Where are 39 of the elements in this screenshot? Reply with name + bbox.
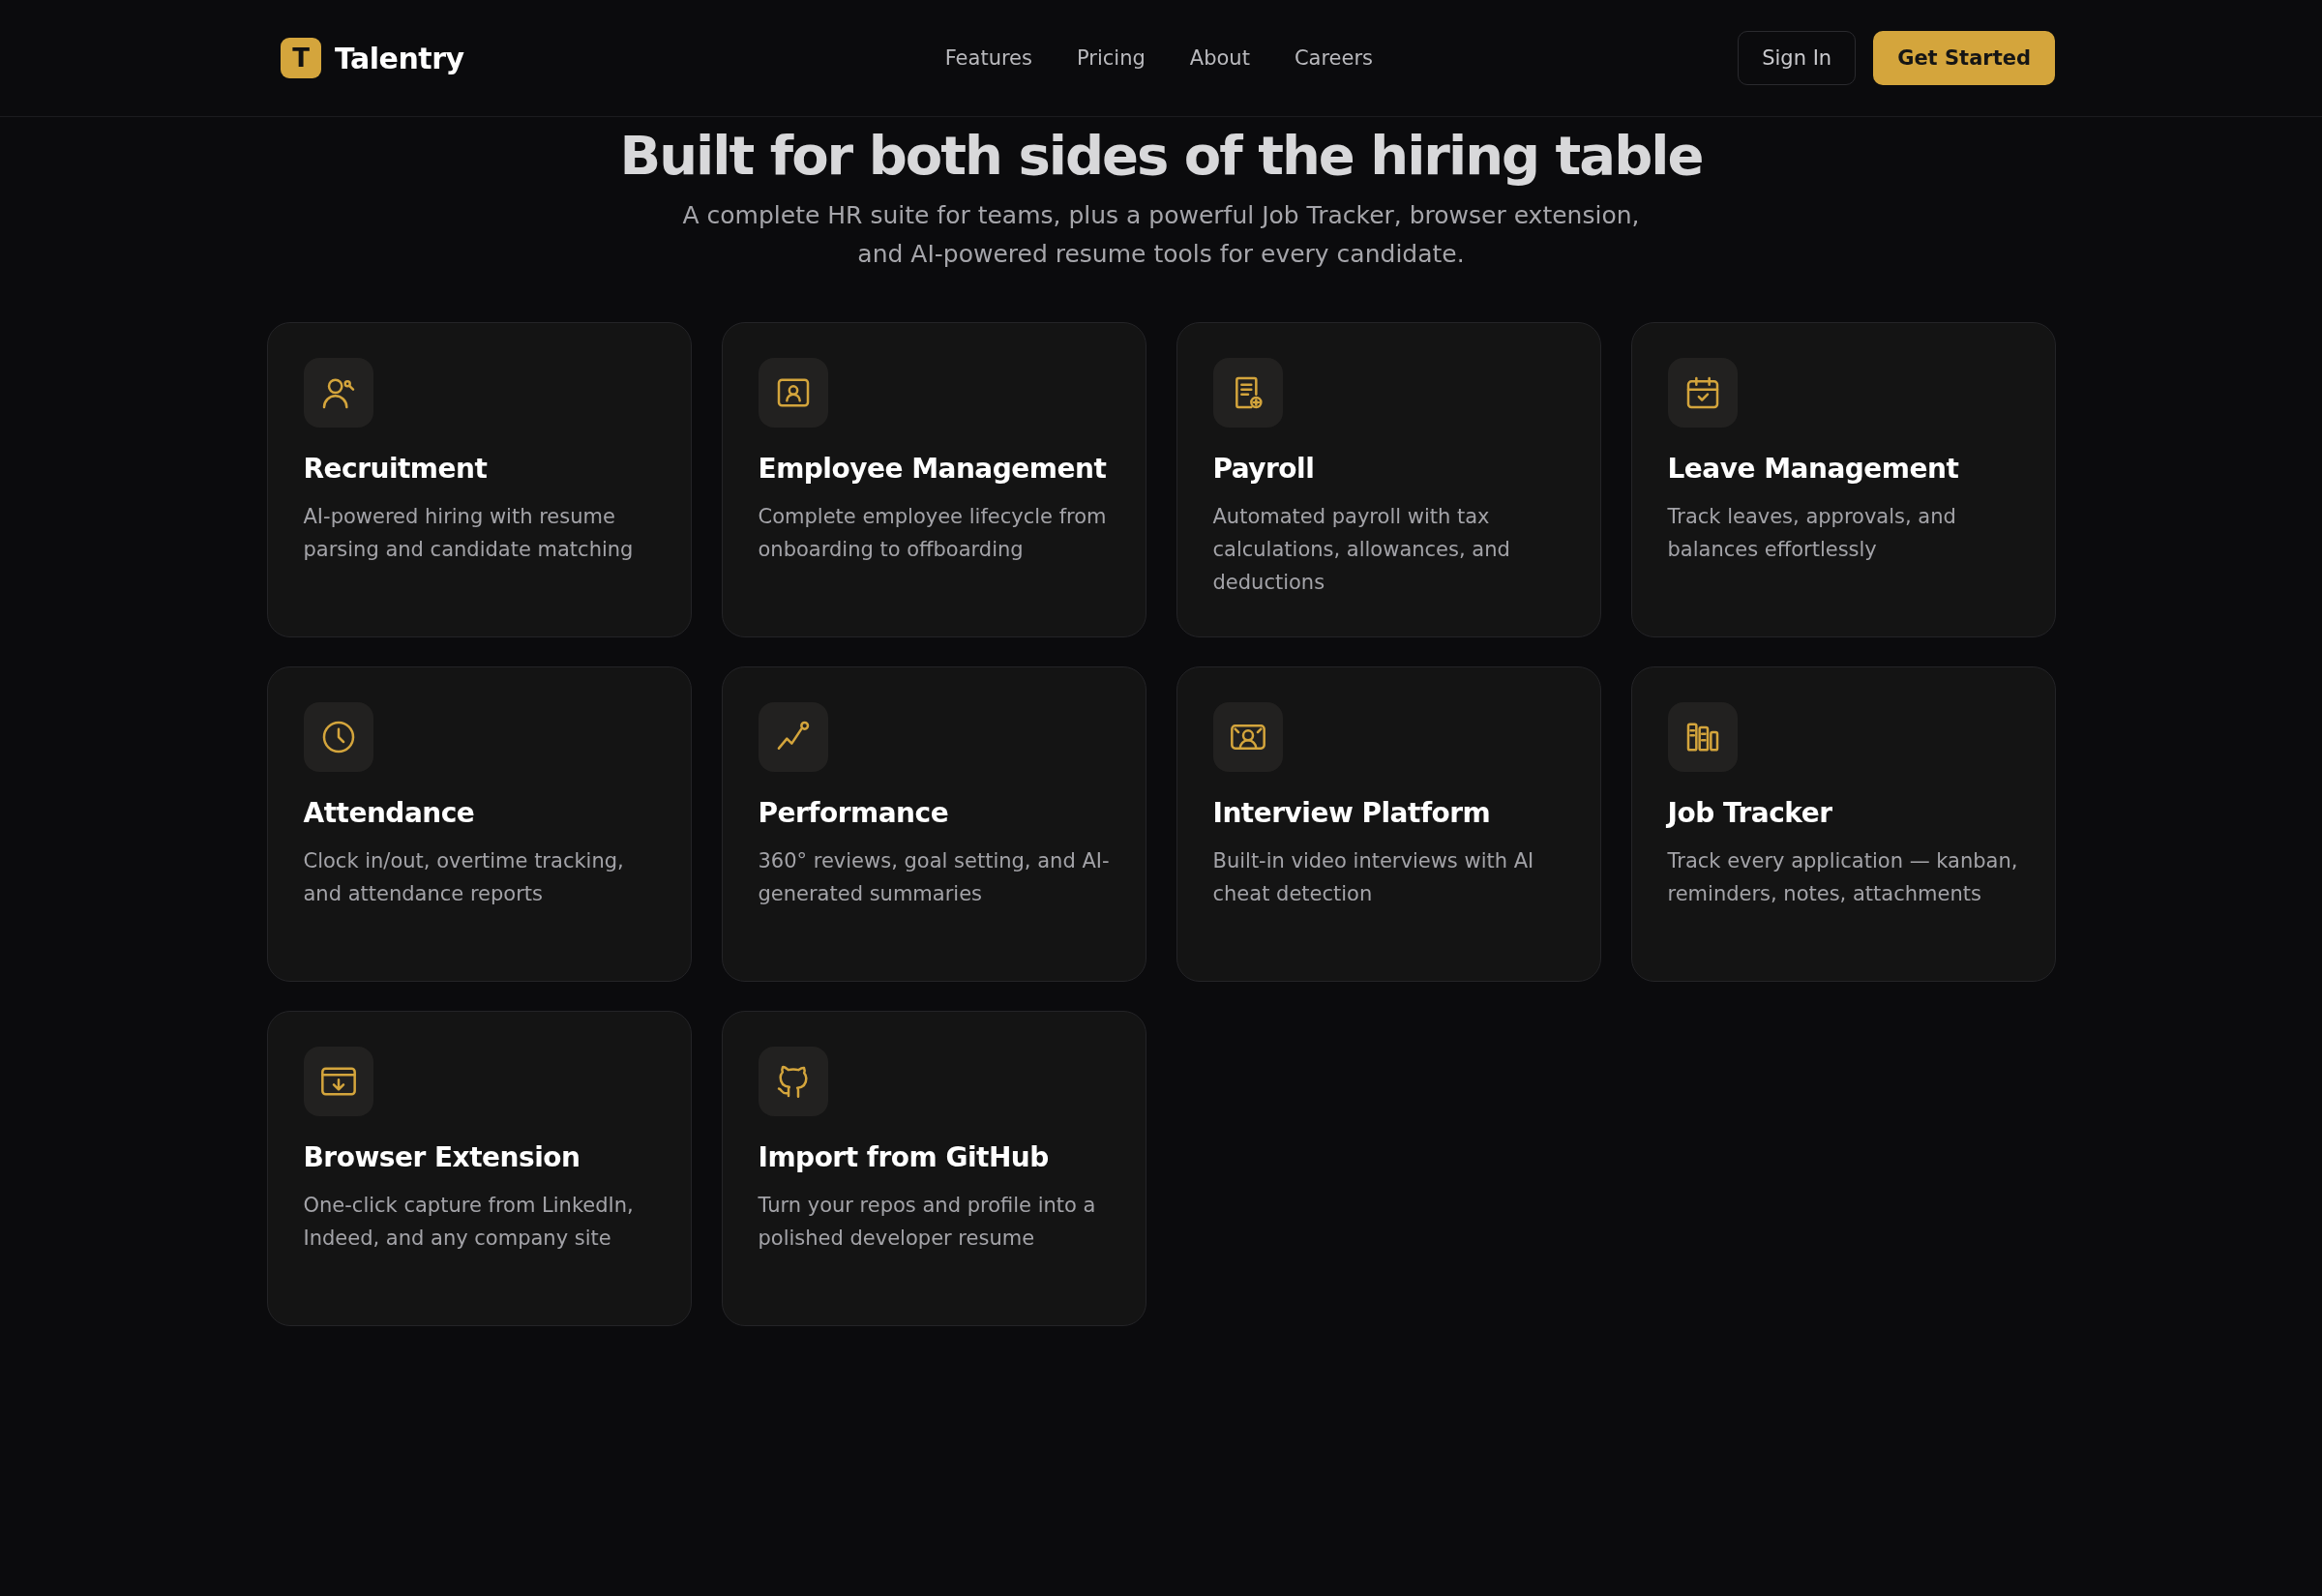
get-started-button[interactable]: Get Started <box>1873 31 2055 85</box>
feature-title: Browser Extension <box>303 1141 581 1173</box>
browser-download-icon <box>303 1047 373 1116</box>
feature-title: Leave Management <box>1667 453 1960 485</box>
feature-title: Import from GitHub <box>758 1141 1050 1173</box>
feature-description: Turn your repos and profile into a polished developer resume <box>758 1193 1097 1252</box>
person-search-icon <box>303 358 373 428</box>
nav-link[interactable]: About <box>1189 46 1250 70</box>
feature-description: One-click capture from LinkedIn, Indeed, and any company site <box>303 1193 635 1252</box>
feature-title: Attendance <box>303 797 476 829</box>
feature-title: Interview Platform <box>1212 797 1492 829</box>
sign-in-button[interactable]: Sign In <box>1738 31 1857 85</box>
document-icon <box>1212 358 1283 428</box>
feature-title: Employee Management <box>758 453 1108 485</box>
feature-description: 360° reviews, goal setting, and AI-generated summaries <box>758 848 1111 907</box>
clock-icon <box>303 702 373 772</box>
feature-description: Complete employee lifecycle from onboarding to offboarding <box>758 504 1108 563</box>
octocat-icon <box>758 1047 828 1116</box>
feature-title: Job Tracker <box>1667 797 1833 829</box>
hero-heading: Built for both sides of the hiring table <box>619 124 1703 187</box>
feature-description: Track every application — kanban, reminders, notes, attachments <box>1667 848 2019 907</box>
feature-title: Recruitment <box>303 453 489 485</box>
calendar-check-icon <box>1667 358 1738 428</box>
camera-frame-icon <box>1212 702 1283 772</box>
feature-description: Automated payroll with tax calculations, allowances, and deductions <box>1212 504 1511 596</box>
brand-name[interactable]: Talentry <box>335 41 464 75</box>
person-card-icon <box>758 358 828 428</box>
nav-link[interactable]: Features <box>944 46 1032 70</box>
feature-description: AI-powered hiring with resume parsing and candidate matching <box>303 504 635 563</box>
feature-title: Performance <box>758 797 950 829</box>
board-columns-icon <box>1667 702 1738 772</box>
logo-icon[interactable]: T <box>281 38 321 78</box>
feature-description: Track leaves, approvals, and balances effortlessly <box>1667 504 1957 563</box>
feature-description: Built-in video interviews with AI cheat detection <box>1212 848 1535 907</box>
nav-link[interactable]: Careers <box>1294 46 1373 70</box>
hero-subtitle: A complete HR suite for teams, plus a powerful Job Tracker, browser extension, and AI-powered resume tools for every candidate. <box>682 200 1640 270</box>
feature-description: Clock in/out, overtime tracking, and attendance reports <box>303 848 625 907</box>
nav-link[interactable]: Pricing <box>1077 46 1146 70</box>
feature-title: Payroll <box>1212 453 1316 485</box>
